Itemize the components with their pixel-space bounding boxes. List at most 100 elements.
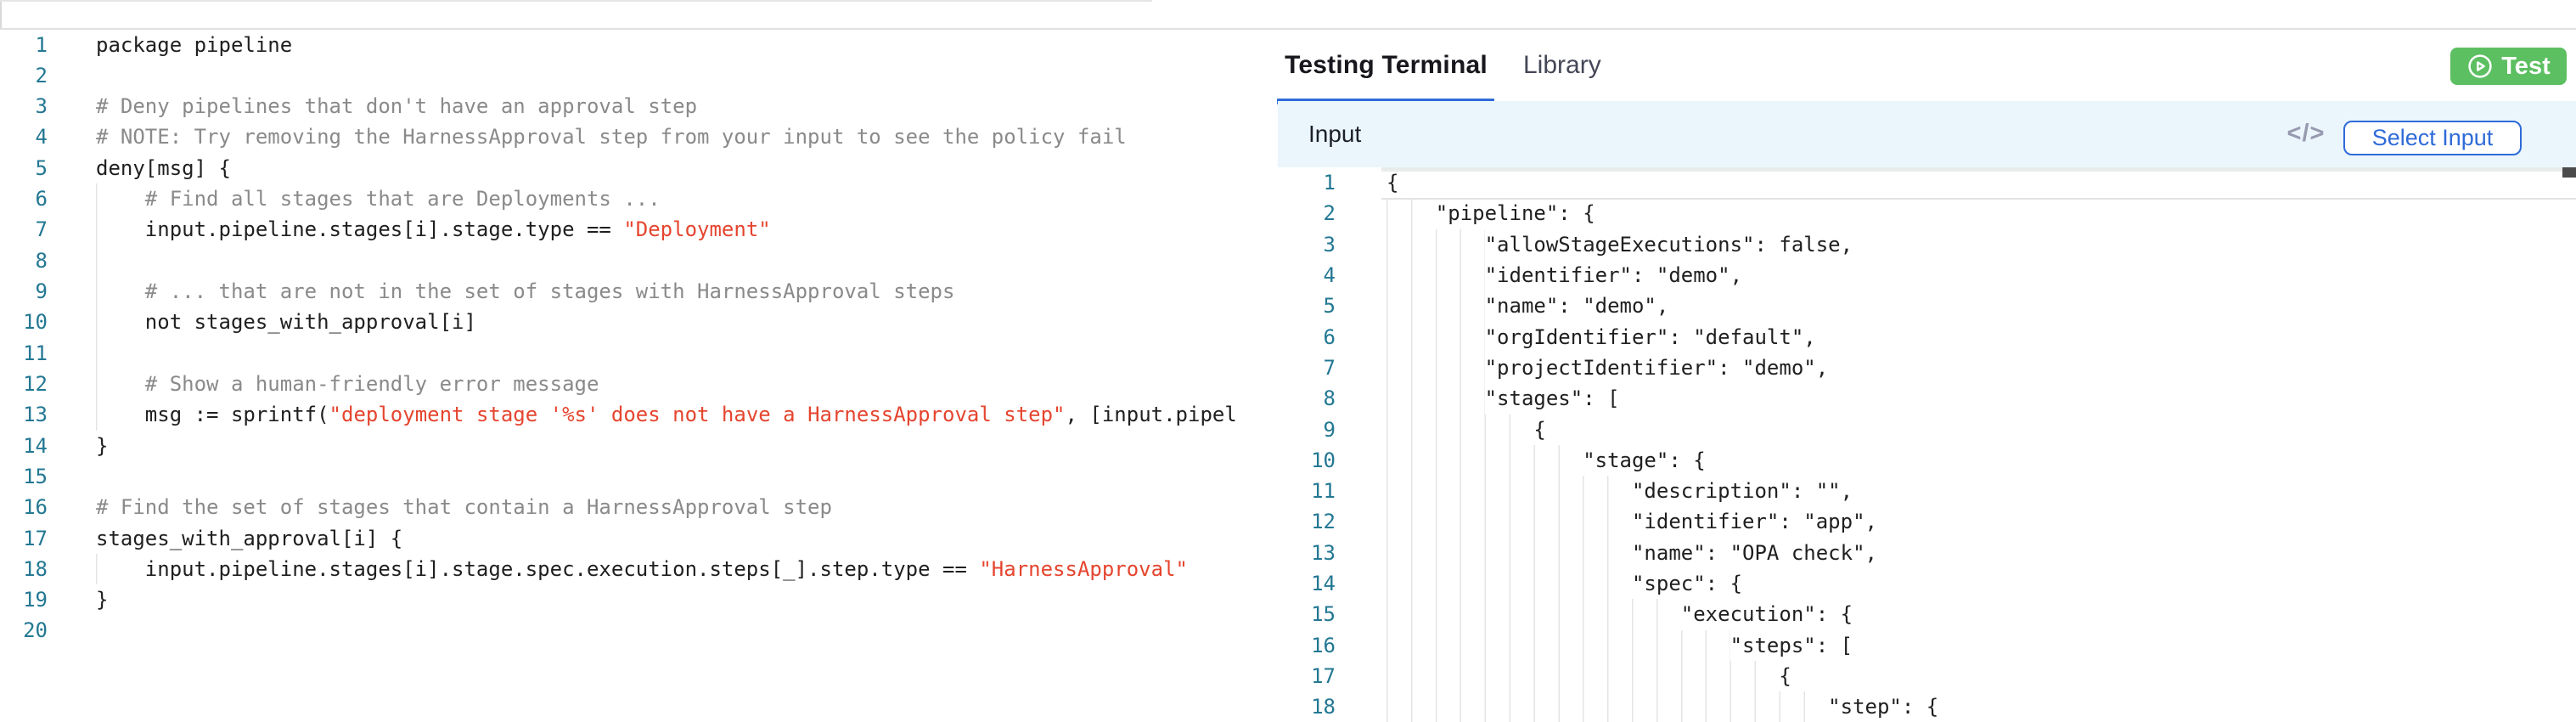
line-number[interactable]: 1: [0, 30, 48, 60]
code-line[interactable]: 9 # ... that are not in the set of stage…: [0, 276, 1237, 307]
code-line[interactable]: 14}: [0, 431, 1237, 461]
code-line[interactable]: 8 "stages": [: [1278, 383, 2576, 414]
input-json-editor[interactable]: 1{2 "pipeline": {3 "allowStageExecutions…: [1278, 167, 2576, 722]
code-line[interactable]: 3# Deny pipelines that don't have an app…: [0, 91, 1237, 121]
line-number[interactable]: 10: [0, 307, 48, 337]
code-line[interactable]: 6 # Find all stages that are Deployments…: [0, 183, 1237, 214]
input-section-header: Input </> Select Input: [1278, 101, 2576, 168]
line-number[interactable]: 11: [1278, 476, 1336, 506]
line-number[interactable]: 5: [1278, 290, 1336, 321]
token-code: {: [1779, 664, 1791, 688]
code-line[interactable]: 11: [0, 338, 1237, 369]
code-line[interactable]: 15: [0, 461, 1237, 492]
line-number[interactable]: 8: [0, 245, 48, 276]
code-line[interactable]: 12 "identifier": "app",: [1278, 506, 2576, 537]
line-number[interactable]: 2: [0, 60, 48, 91]
select-input-button[interactable]: Select Input: [2343, 121, 2522, 155]
line-number[interactable]: 9: [0, 276, 48, 307]
tab-testing-terminal[interactable]: Testing Terminal: [1278, 30, 1494, 102]
code-line[interactable]: 16 "steps": [: [1278, 630, 2576, 661]
line-number[interactable]: 4: [1278, 260, 1336, 290]
token-code: "orgIdentifier": "default",: [1485, 325, 1816, 349]
code-line[interactable]: 1package pipeline: [0, 30, 1237, 60]
code-line[interactable]: 12 # Show a human-friendly error message: [0, 369, 1237, 399]
line-number[interactable]: 7: [0, 214, 48, 245]
code-line[interactable]: 16 # Find the set of stages that contain …: [0, 492, 1237, 522]
code-line[interactable]: 5 "name": "demo",: [1278, 290, 2576, 321]
code-line[interactable]: 10 "stage": {: [1278, 445, 2576, 476]
line-number[interactable]: 12: [1278, 506, 1336, 537]
code-line[interactable]: 10 not stages_with_approval[i]: [0, 307, 1237, 337]
line-number[interactable]: 11: [0, 338, 48, 369]
indent-guides: [1386, 691, 1828, 722]
code-line[interactable]: 7 "projectIdentifier": "demo",: [1278, 353, 2576, 383]
line-number[interactable]: 16: [1278, 630, 1336, 661]
code-line[interactable]: 14 "spec": {: [1278, 568, 2576, 599]
line-number[interactable]: 14: [1278, 568, 1336, 599]
line-number[interactable]: 16: [0, 492, 48, 522]
code-line[interactable]: 4 "identifier": "demo",: [1278, 260, 2576, 290]
line-number[interactable]: 3: [0, 91, 48, 121]
play-icon: [2466, 53, 2494, 80]
code-line[interactable]: 6 "orgIdentifier": "default",: [1278, 322, 2576, 353]
code-line[interactable]: 19}: [0, 584, 1237, 615]
line-text: "orgIdentifier": "default",: [1386, 322, 1816, 353]
policy-code-editor[interactable]: 1package pipeline23# Deny pipelines that…: [0, 30, 1237, 722]
line-number[interactable]: 17: [1278, 661, 1336, 691]
line-number[interactable]: 12: [0, 369, 48, 399]
indent-guides: [1386, 229, 1485, 260]
code-line[interactable]: 17 {: [1278, 661, 2576, 691]
code-line[interactable]: 13 "name": "OPA check",: [1278, 538, 2576, 568]
line-number[interactable]: 7: [1278, 353, 1336, 383]
line-number[interactable]: 9: [1278, 415, 1336, 445]
line-text: # Find the set of stages that contain a …: [96, 492, 832, 522]
code-line[interactable]: 4# NOTE: Try removing the HarnessApprova…: [0, 121, 1237, 152]
code-line[interactable]: 5deny[msg] {: [0, 153, 1237, 183]
line-number[interactable]: 19: [0, 584, 48, 615]
line-number[interactable]: 13: [0, 399, 48, 430]
indent-guides: [1386, 538, 1632, 568]
code-line[interactable]: 2 "pipeline": {: [1278, 198, 2576, 228]
code-line[interactable]: 18 "step": {: [1278, 691, 2576, 722]
code-line[interactable]: 8: [0, 245, 1237, 276]
line-text: input.pipeline.stages[i].stage.spec.exec…: [96, 554, 1188, 584]
line-number[interactable]: 10: [1278, 445, 1336, 476]
code-line[interactable]: 3 "allowStageExecutions": false,: [1278, 229, 2576, 260]
tab-library[interactable]: Library: [1494, 30, 1630, 102]
code-line[interactable]: 7 input.pipeline.stages[i].stage.type ==…: [0, 214, 1237, 245]
line-number[interactable]: 8: [1278, 383, 1336, 414]
line-number[interactable]: 2: [1278, 198, 1336, 228]
line-number[interactable]: 15: [0, 461, 48, 492]
line-number[interactable]: 18: [0, 554, 48, 584]
code-line[interactable]: 15 "execution": {: [1278, 599, 2576, 629]
indent-guides: [1386, 383, 1485, 414]
test-button[interactable]: Test: [2450, 48, 2567, 85]
code-line[interactable]: 9 {: [1278, 415, 2576, 445]
code-view-icon[interactable]: </>: [2282, 113, 2330, 154]
indent-guides: [96, 245, 145, 276]
code-line[interactable]: 11 "description": "",: [1278, 476, 2576, 506]
code-line[interactable]: 20: [0, 615, 1237, 646]
line-number[interactable]: 20: [0, 615, 48, 646]
line-text: "description": "",: [1386, 476, 1853, 506]
line-number[interactable]: 15: [1278, 599, 1336, 629]
code-line[interactable]: 18 input.pipeline.stages[i].stage.spec.e…: [0, 554, 1237, 584]
code-line[interactable]: 1{: [1278, 167, 2576, 198]
line-number[interactable]: 14: [0, 431, 48, 461]
line-number[interactable]: 6: [0, 183, 48, 214]
line-number[interactable]: 6: [1278, 322, 1336, 353]
token-code: "name": "demo",: [1485, 294, 1669, 318]
line-text: "stages": [: [1386, 383, 1620, 414]
line-text: "name": "demo",: [1386, 290, 1668, 321]
code-line[interactable]: 2: [0, 60, 1237, 91]
line-number[interactable]: 17: [0, 523, 48, 554]
line-number[interactable]: 18: [1278, 691, 1336, 722]
line-number[interactable]: 5: [0, 153, 48, 183]
line-number[interactable]: 13: [1278, 538, 1336, 568]
code-line[interactable]: 13 msg := sprintf("deployment stage '%s'…: [0, 399, 1237, 430]
line-number[interactable]: 1: [1278, 167, 1336, 198]
line-number[interactable]: 4: [0, 121, 48, 152]
indent-guides: [1386, 476, 1632, 506]
code-line[interactable]: 17stages_with_approval[i] {: [0, 523, 1237, 554]
line-number[interactable]: 3: [1278, 229, 1336, 260]
